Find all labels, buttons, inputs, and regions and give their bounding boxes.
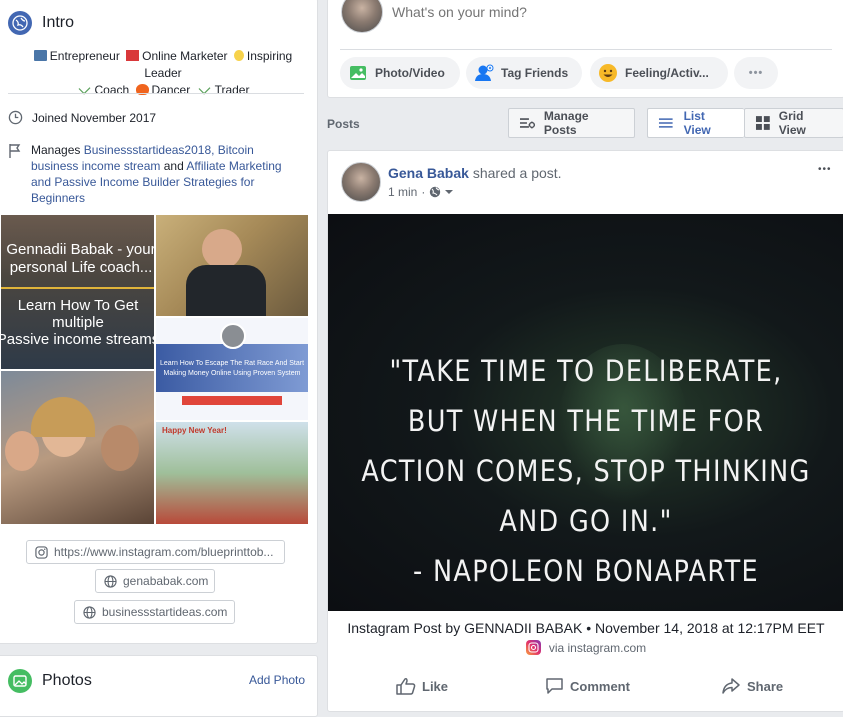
post-menu-button[interactable]: ••• [818,164,832,175]
tag-trader: Trader [214,83,250,97]
globe-icon [8,11,32,35]
face [101,425,139,471]
list-icon [658,118,673,128]
featured-photo-speaker[interactable] [156,215,308,316]
tag-dancer: Dancer [151,83,191,97]
divider [1,287,154,289]
hair [31,397,95,437]
manages-text: Manages Businessstartideas2018, Bitcoin … [31,143,282,205]
quote-text-line: BUT WHEN THE TIME FOR [407,404,765,438]
manages-row: Manages Businessstartideas2018, Bitcoin … [8,142,291,206]
featured-photo-coach[interactable]: Gennadii Babak - your personal Life coach… [1,215,154,369]
grid-icon [755,116,770,130]
avatar [220,323,246,349]
globe-icon [104,574,117,588]
post-card: Gena Babak shared a post. 1 min · ••• "T… [327,150,843,712]
laptop-icon [33,50,47,61]
thumbs-up-icon [396,678,416,695]
photos-title: Photos [42,672,92,689]
website-link[interactable]: businessstartideas.com [74,600,235,624]
intro-tags: Entrepreneur Online Marketer Inspiring L… [18,48,308,99]
avatar [341,0,383,33]
photo-icon [8,669,32,693]
speaker-face [202,229,242,269]
divider [8,93,304,94]
share-button[interactable]: Share [721,677,783,695]
featured-photo-banner[interactable]: Learn How To Escape The Rat Race And Sta… [156,318,308,420]
share-icon [722,678,740,694]
tag-friends-icon [474,63,494,83]
author-name[interactable]: Gena Babak [388,165,469,181]
feeling-activity-button[interactable]: Feeling/Activ... [590,57,728,89]
featured-photo-group-selfie[interactable] [1,371,154,524]
website-link[interactable]: genababak.com [95,569,215,593]
lightbulb-icon [233,50,244,61]
add-photo-link[interactable]: Add Photo [249,673,305,687]
separator: · [421,185,426,199]
post-timestamp[interactable]: 1 min [388,185,417,199]
post-image[interactable]: "TAKE TIME TO DELIBERATE, BUT WHEN THE T… [328,214,843,611]
featured-photo-new-year[interactable]: Happy New Year! [156,422,308,524]
face [5,431,39,471]
tag-entrepreneur: Entrepreneur [49,49,120,63]
divider [340,49,832,50]
photo-caption: Gennadii Babak - your personal Life coach… [6,241,154,276]
quote-attribution: - NAPOLEON BONAPARTE [413,554,759,588]
photo-caption: Learn How To Escape The Rat Race And Sta… [159,360,305,377]
caret-down-icon[interactable] [444,187,454,197]
intro-card: Intro Entrepreneur Online Marketer Inspi… [0,0,318,644]
joined-text: Joined November 2017 [32,110,157,125]
photo-icon [348,63,368,83]
joined-row: Joined November 2017 [8,110,156,125]
via-row: via instagram.com [328,640,843,655]
status-input[interactable] [390,0,824,25]
instagram-icon [525,640,541,655]
like-button[interactable]: Like [396,677,448,695]
photo-caption: Happy New Year! [162,426,227,435]
list-view-button[interactable]: List View [647,108,744,138]
smiley-icon [598,63,618,83]
photos-card: Photos Add Photo [0,655,318,717]
grid-view-button[interactable]: Grid View [744,108,843,138]
comment-icon [546,678,563,694]
via-link[interactable]: via instagram.com [549,641,646,655]
manage-posts-button[interactable]: Manage Posts [508,108,635,138]
clock-icon [8,110,23,125]
post-header: Gena Babak shared a post. [388,165,562,181]
tag-friends-button[interactable]: Tag Friends [466,57,582,89]
post-composer: Photo/Video Tag Friends Feeling/Activ...… [327,0,843,98]
speaker-body [186,265,266,316]
post-meta: 1 min · [388,185,454,199]
book-icon [126,50,140,61]
author-avatar[interactable] [341,162,381,202]
intro-title: Intro [42,14,75,31]
globe-icon [83,605,96,619]
photo-video-button[interactable]: Photo/Video [340,57,460,89]
comment-button[interactable]: Comment [545,677,630,695]
quote-text-line: AND GO IN." [499,504,673,538]
quote-text-line: "TAKE TIME TO DELIBERATE, [389,354,783,388]
intro-header: Intro [8,11,74,35]
instagram-link[interactable]: https://www.instagram.com/blueprinttob..… [26,540,285,564]
tag-online-marketer: Online Marketer [142,49,228,63]
more-options-button[interactable]: ••• [734,57,778,89]
instagram-icon [35,545,48,559]
photo-caption: Learn How To Get multiple Passive income s… [1,297,154,348]
quote-text-line: ACTION COMES, STOP THINKING [361,454,811,488]
posts-label: Posts [327,117,360,131]
post-caption: Instagram Post by GENNADII BABAK • Novem… [347,620,825,636]
post-action: shared a post. [472,165,562,181]
cta-strip [182,396,282,405]
manage-icon [519,118,535,129]
tag-coach: Coach [94,83,130,97]
globe-icon [430,186,441,198]
photos-header: Photos [8,669,92,693]
flag-icon [9,144,21,158]
